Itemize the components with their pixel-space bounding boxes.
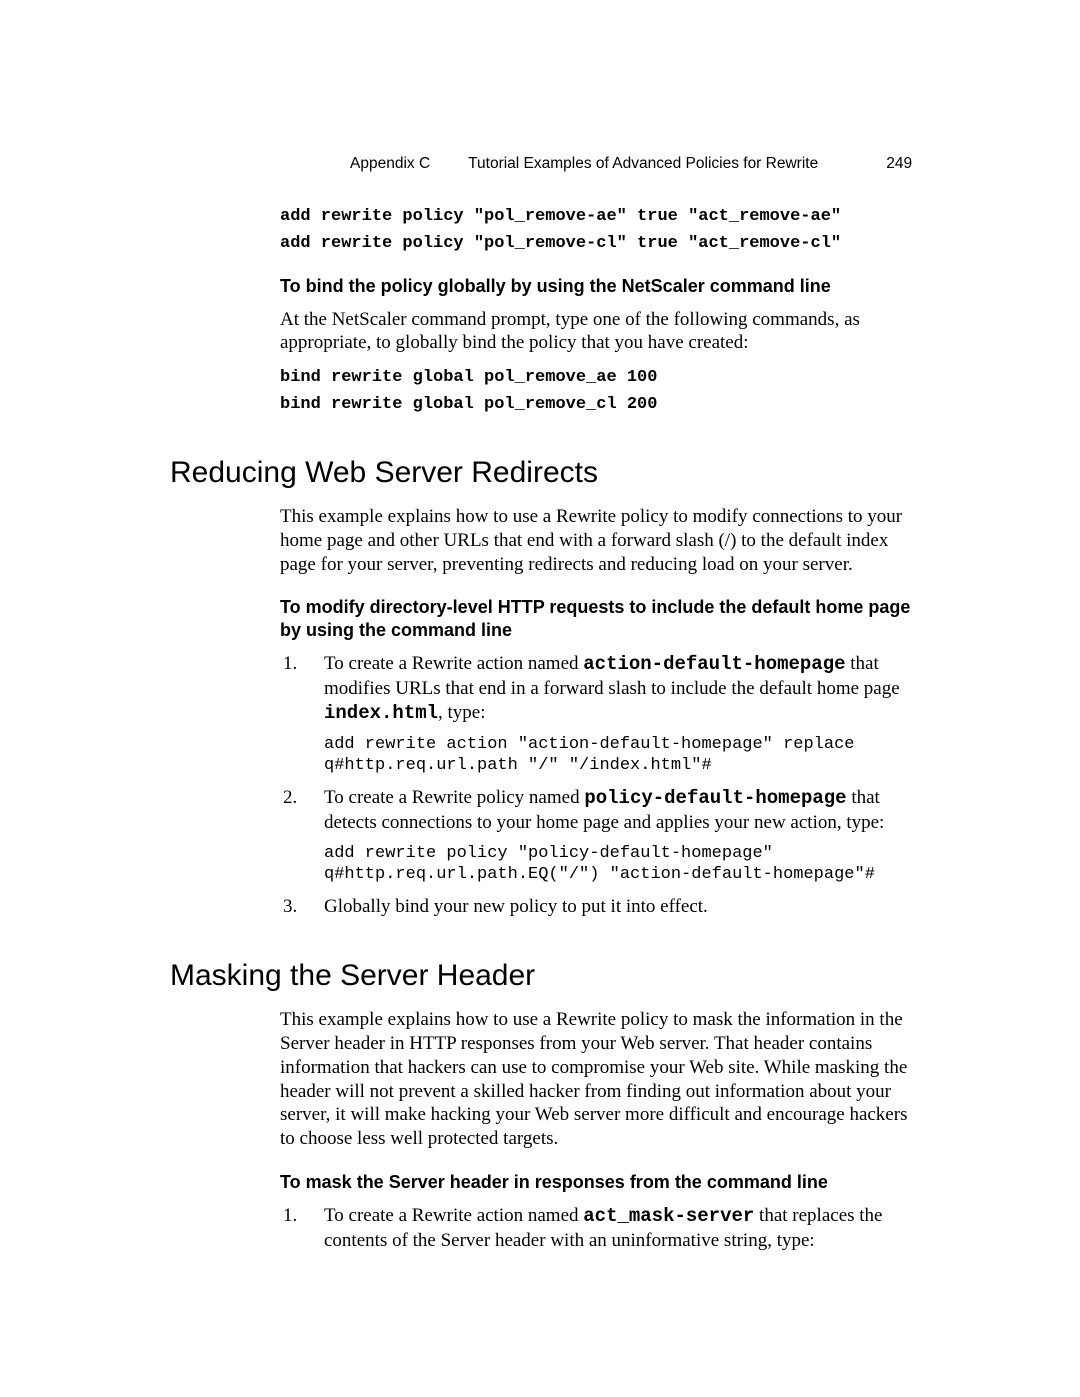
header-page-number: 249 — [886, 155, 912, 173]
mask-step-1-mono1: act_mask-server — [583, 1205, 754, 1227]
para-reducing-intro: This example explains how to use a Rewri… — [280, 505, 918, 576]
step-2-mono1: policy-default-homepage — [584, 787, 846, 809]
mask-step-1-text-pre: To create a Rewrite action named — [324, 1205, 583, 1226]
code-bind-cl: bind rewrite global pol_remove_cl 200 — [280, 394, 918, 415]
code-add-rewrite-cl: add rewrite policy "pol_remove-cl" true … — [280, 233, 918, 254]
para-masking-intro: This example explains how to use a Rewri… — [280, 1008, 918, 1151]
step-1-text-post: , type: — [438, 702, 486, 723]
step-1: To create a Rewrite action named action-… — [302, 652, 918, 776]
step-1-mono2: index.html — [324, 702, 438, 724]
page-content: add rewrite policy "pol_remove-ae" true … — [280, 206, 918, 1252]
step-3: Globally bind your new policy to put it … — [302, 895, 918, 919]
section-title-masking: Masking the Server Header — [170, 957, 918, 995]
document-page: Appendix C Tutorial Examples of Advanced… — [0, 0, 1080, 1397]
para-bind-global: At the NetScaler command prompt, type on… — [280, 308, 918, 356]
steps-masking: To create a Rewrite action named act_mas… — [280, 1204, 918, 1253]
subhead-masking: To mask the Server header in responses f… — [280, 1171, 918, 1194]
code-bind-ae: bind rewrite global pol_remove_ae 100 — [280, 367, 918, 388]
section-title-reducing: Reducing Web Server Redirects — [170, 454, 918, 492]
step-2-code: add rewrite policy "policy-default-homep… — [324, 843, 918, 886]
header-title: Tutorial Examples of Advanced Policies f… — [468, 155, 818, 173]
code-add-rewrite-ae: add rewrite policy "pol_remove-ae" true … — [280, 206, 918, 227]
steps-reducing: To create a Rewrite action named action-… — [280, 652, 918, 919]
step-1-text-pre: To create a Rewrite action named — [324, 653, 583, 674]
header-appendix: Appendix C — [350, 155, 430, 173]
step-2-text-pre: To create a Rewrite policy named — [324, 787, 584, 808]
running-header: Appendix C Tutorial Examples of Advanced… — [0, 155, 1080, 173]
subhead-reducing: To modify directory-level HTTP requests … — [280, 596, 918, 642]
subhead-bind-global: To bind the policy globally by using the… — [280, 275, 918, 298]
step-2: To create a Rewrite policy named policy-… — [302, 786, 918, 885]
step-1-code: add rewrite action "action-default-homep… — [324, 734, 918, 777]
step-1-mono1: action-default-homepage — [583, 653, 845, 675]
mask-step-1: To create a Rewrite action named act_mas… — [302, 1204, 918, 1253]
step-3-text: Globally bind your new policy to put it … — [324, 896, 708, 917]
